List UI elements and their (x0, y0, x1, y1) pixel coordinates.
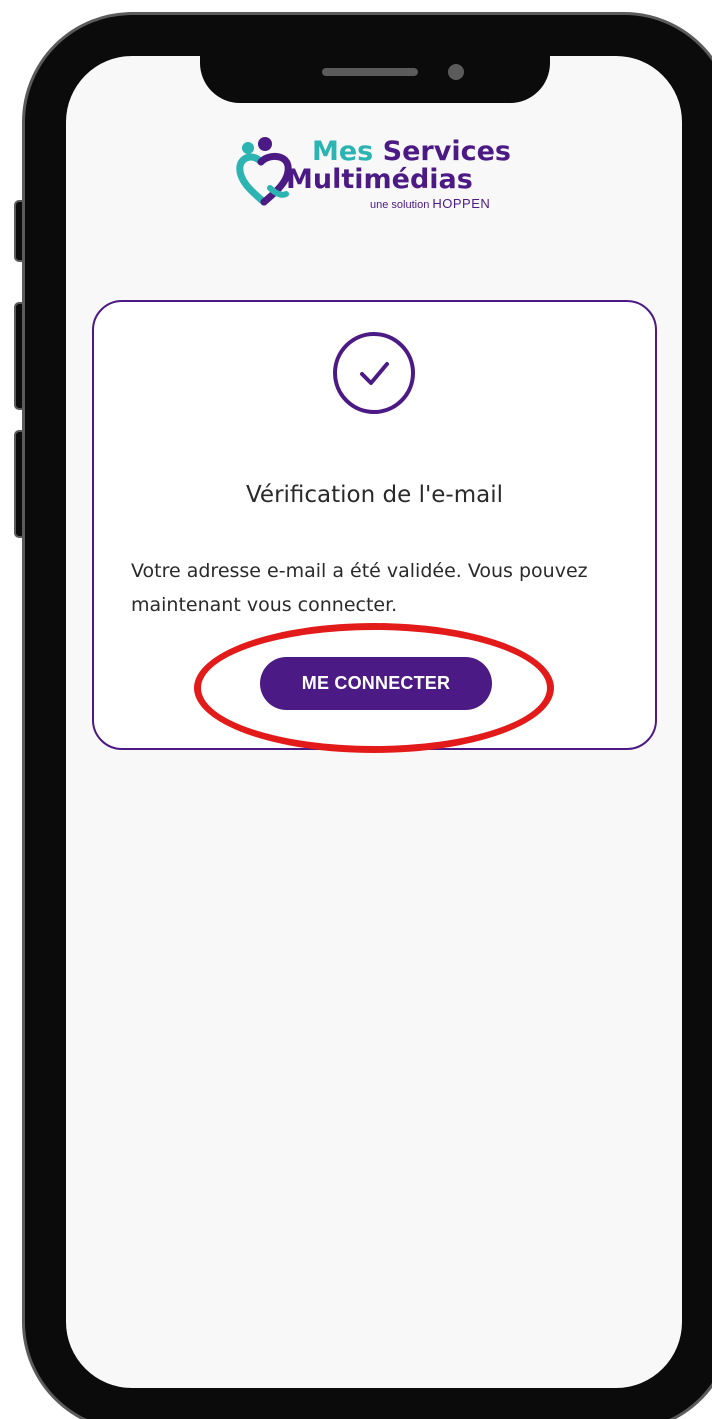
card-message: Votre adresse e-mail a été validée. Vous… (131, 560, 588, 616)
logo-tagline-brand: HOPPEN (432, 196, 491, 211)
app-logo: Mes Services Multimédias une solution HO… (234, 136, 524, 216)
email-verification-card: Vérification de l'e-mail Votre adresse e… (92, 300, 657, 750)
heart-people-logo-icon (236, 137, 292, 206)
stage: Mes Services Multimédias une solution HO… (0, 0, 712, 1419)
logo-title-line2: Multimédias (286, 164, 473, 195)
logo-tagline-prefix: une solution (370, 199, 430, 211)
front-camera (448, 64, 464, 80)
logo-tagline: une solution HOPPEN (370, 196, 490, 211)
logo-word-mes: Mes (312, 136, 374, 167)
speaker-grille (322, 68, 418, 76)
card-title: Vérification de l'e-mail (245, 482, 504, 508)
login-button[interactable]: ME CONNECTER (260, 657, 492, 710)
check-circle-icon (333, 332, 415, 414)
logo-word-services: Services (382, 136, 511, 167)
